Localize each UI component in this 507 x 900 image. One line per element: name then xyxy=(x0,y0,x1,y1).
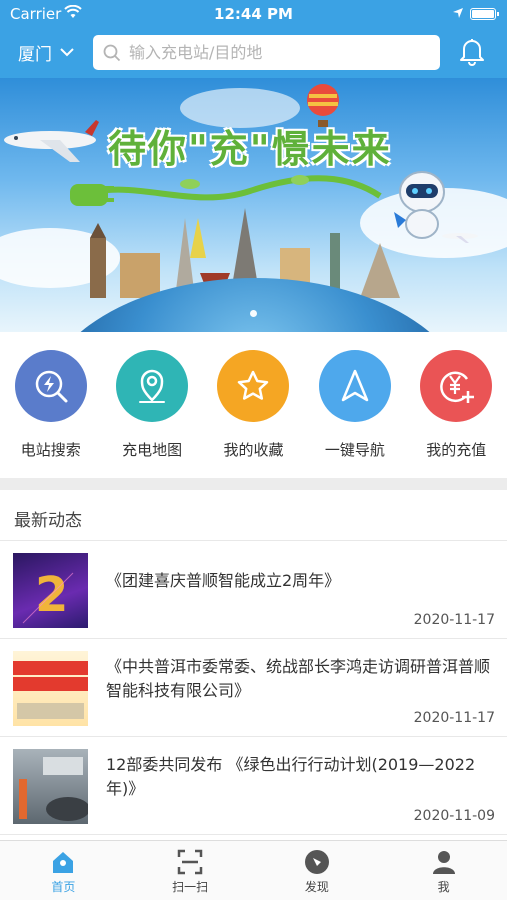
news-date: 2020-11-17 xyxy=(413,612,495,628)
tab-discover[interactable]: 发现 xyxy=(254,841,381,900)
city-label: 厦门 xyxy=(18,45,52,65)
quick-label: 电站搜索 xyxy=(20,441,81,459)
tab-label: 我 xyxy=(437,880,450,894)
quick-label: 充电地图 xyxy=(122,441,183,459)
airplane-icon xyxy=(4,120,99,162)
home-icon xyxy=(53,852,74,873)
quick-label: 我的收藏 xyxy=(223,441,284,459)
tab-scan[interactable]: 扫一扫 xyxy=(127,841,254,900)
navigation-arrow-icon xyxy=(318,350,391,422)
quick-navigation[interactable]: 一键导航 xyxy=(304,344,405,472)
news-title: 12部委共同发布 《绿色出行行动计划(2019—2022年)》 xyxy=(106,755,476,798)
news-date: 2020-11-09 xyxy=(413,808,495,824)
carousel-indicator[interactable] xyxy=(0,302,507,321)
news-item[interactable]: 《中共普洱市委常委、统战部长李鸿走访调研普洱普顺智能科技有限公司》 2020-1… xyxy=(0,639,507,737)
news-date: 2020-11-17 xyxy=(413,710,495,726)
promo-banner[interactable]: 待你"充"憬未来 xyxy=(0,78,507,332)
quick-label: 我的充值 xyxy=(426,441,487,459)
location-arrow-icon xyxy=(452,5,464,23)
quick-label: 一键导航 xyxy=(324,441,385,459)
quick-charging-map[interactable]: 充电地图 xyxy=(101,344,202,472)
news-item[interactable]: 12部委共同发布 《绿色出行行动计划(2019—2022年)》 2020-11-… xyxy=(0,737,507,835)
tab-label: 发现 xyxy=(304,880,329,894)
section-divider xyxy=(0,478,507,490)
bell-icon[interactable] xyxy=(458,36,486,70)
scan-icon xyxy=(177,849,203,875)
news-section-title: 最新动态 xyxy=(14,511,82,531)
top-header: Carrier 12:44 PM 厦门 xyxy=(0,0,507,78)
map-pin-icon xyxy=(116,350,189,422)
news-title: 《中共普洱市委常委、统战部长李鸿走访调研普洱普顺智能科技有限公司》 xyxy=(106,657,491,700)
banner-title: 待你"充"憬未来 xyxy=(108,127,392,171)
tab-me[interactable]: 我 xyxy=(380,841,507,900)
city-selector[interactable]: 厦门 xyxy=(18,40,74,65)
battery-icon xyxy=(470,8,499,20)
carousel-dot-active xyxy=(250,310,257,317)
quick-favorites[interactable]: 我的收藏 xyxy=(203,344,304,472)
chevron-down-icon xyxy=(60,48,74,57)
search-input[interactable] xyxy=(129,43,419,62)
news-item[interactable]: 2 《团建喜庆普顺智能成立2周年》 2020-11-17 xyxy=(0,541,507,639)
news-thumbnail: 2 xyxy=(13,553,88,628)
tab-label: 首页 xyxy=(51,880,76,894)
quick-recharge[interactable]: 我的充值 xyxy=(406,344,507,472)
status-bar: Carrier 12:44 PM xyxy=(0,0,507,28)
compass-icon xyxy=(304,850,329,874)
search-box[interactable] xyxy=(93,35,440,70)
star-icon xyxy=(217,350,290,422)
tab-home[interactable]: 首页 xyxy=(0,841,127,900)
user-icon xyxy=(432,851,455,874)
news-title: 《团建喜庆普顺智能成立2周年》 xyxy=(106,571,341,590)
quick-actions: 电站搜索 充电地图 我的收藏 一键导航 我的充值 xyxy=(0,344,507,472)
status-time: 12:44 PM xyxy=(214,5,293,23)
search-icon xyxy=(103,44,121,61)
news-thumbnail xyxy=(13,651,88,726)
bottom-tab-bar: 首页 扫一扫 发现 我 xyxy=(0,840,507,900)
tab-label: 扫一扫 xyxy=(172,880,209,894)
news-thumbnail xyxy=(13,749,88,824)
lightning-search-icon xyxy=(14,350,87,422)
yuan-plus-icon xyxy=(420,350,493,422)
quick-station-search[interactable]: 电站搜索 xyxy=(0,344,101,472)
airplane-icon xyxy=(442,233,478,243)
